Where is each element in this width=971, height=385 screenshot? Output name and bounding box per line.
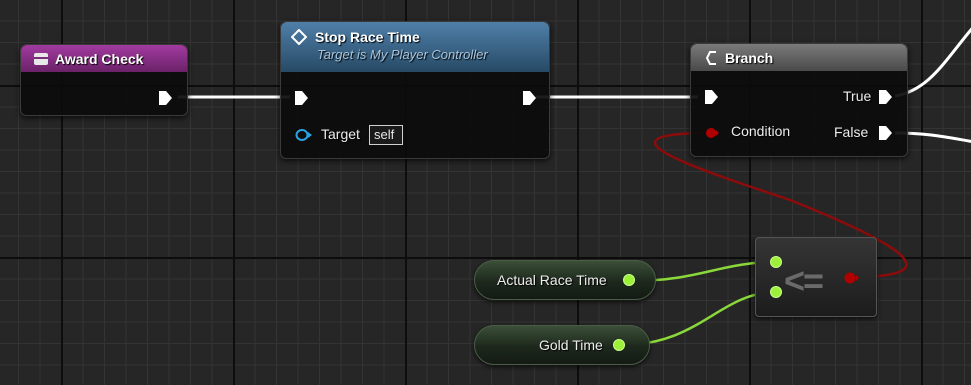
- less-equal-compare-node[interactable]: <=: [755, 237, 877, 317]
- exec-in-pin[interactable]: [293, 90, 309, 106]
- condition-label: Condition: [731, 123, 791, 139]
- false-label: False: [834, 124, 869, 140]
- event-icon: [34, 52, 48, 65]
- target-value-field[interactable]: self: [369, 125, 403, 145]
- exec-in-pin[interactable]: [703, 89, 719, 105]
- stop-race-time-subtitle: Target is My Player Controller: [317, 47, 488, 62]
- exec-out-pin[interactable]: [157, 90, 173, 106]
- exec-true-pin[interactable]: [877, 89, 893, 105]
- float-in-pin-b[interactable]: [770, 286, 782, 298]
- branch-header[interactable]: Branch: [691, 44, 907, 71]
- compare-symbol: <=: [784, 260, 824, 301]
- float-out-pin[interactable]: [613, 339, 625, 351]
- true-label: True: [843, 88, 872, 104]
- stop-race-time-node[interactable]: Stop Race Time Target is My Player Contr…: [280, 21, 550, 159]
- stop-race-time-header[interactable]: Stop Race Time Target is My Player Contr…: [281, 22, 549, 72]
- actual-race-time-label: Actual Race Time: [497, 272, 607, 288]
- award-check-header[interactable]: Award Check: [21, 45, 187, 72]
- branch-title: Branch: [725, 49, 774, 66]
- target-object-pin[interactable]: [295, 128, 313, 142]
- float-out-pin[interactable]: [623, 274, 635, 286]
- award-check-title: Award Check: [55, 50, 144, 67]
- bool-out-pin[interactable]: [844, 271, 860, 285]
- exec-false-pin[interactable]: [877, 125, 893, 141]
- stop-race-time-title: Stop Race Time: [315, 29, 420, 45]
- exec-out-pin[interactable]: [521, 90, 537, 106]
- float-in-pin-a[interactable]: [770, 256, 782, 268]
- branch-node[interactable]: Branch Condition True False: [690, 43, 908, 157]
- branch-icon: [705, 50, 716, 65]
- actual-race-time-getter[interactable]: Actual Race Time: [474, 260, 656, 300]
- function-icon: [291, 29, 307, 45]
- target-label: Target: [321, 126, 360, 142]
- gold-time-getter[interactable]: Gold Time: [474, 325, 650, 365]
- gold-time-label: Gold Time: [539, 337, 603, 353]
- award-check-node[interactable]: Award Check: [20, 44, 188, 116]
- condition-bool-pin[interactable]: [705, 127, 719, 139]
